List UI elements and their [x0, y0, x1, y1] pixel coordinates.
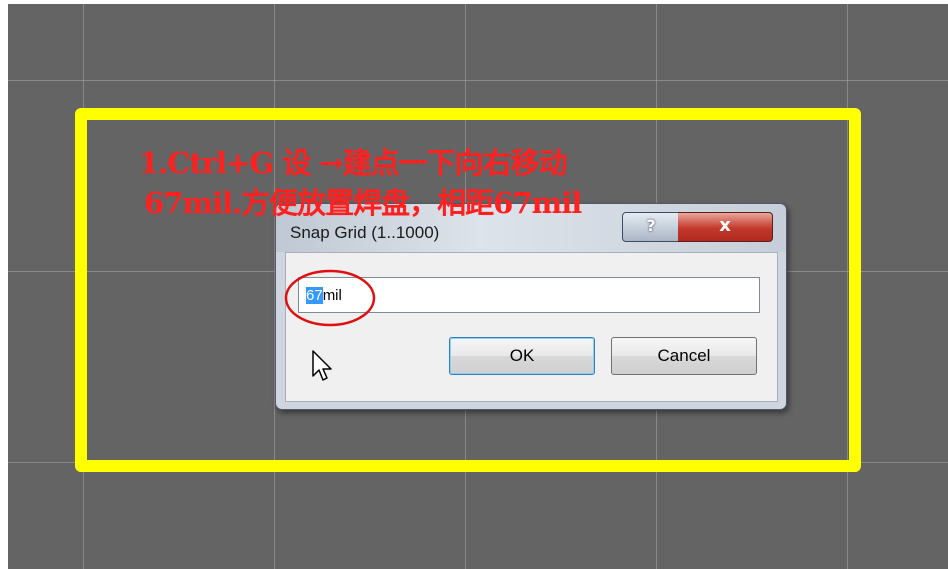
cancel-button[interactable]: Cancel [611, 337, 757, 375]
cursor-arrow-icon [312, 350, 332, 381]
dialog-title: Snap Grid (1..1000) [290, 223, 440, 242]
help-button[interactable]: ? [622, 212, 680, 242]
close-button[interactable]: x [678, 212, 773, 242]
ok-button[interactable]: OK [449, 337, 595, 375]
annotation-line-1: 1.Ctrl+G 设 →建点一下向右移动 [139, 146, 568, 180]
annotation-line-2: 67mil.方便放置焊盘，相距67mil [144, 186, 582, 220]
red-circle-annotation [284, 269, 376, 327]
